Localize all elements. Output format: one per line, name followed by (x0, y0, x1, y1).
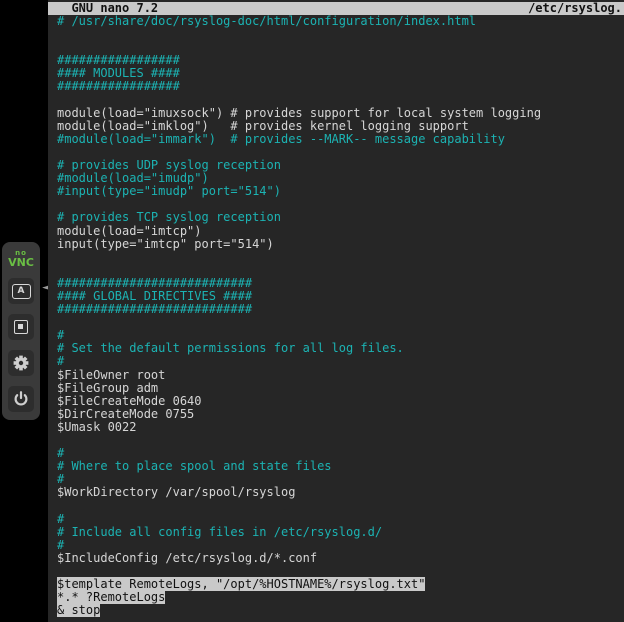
novnc-logo: no VNC (8, 250, 34, 268)
keyboard-icon: A (12, 284, 31, 299)
editor-body[interactable]: # /usr/share/doc/rsyslog-doc/html/config… (48, 15, 624, 617)
editor-line (57, 499, 624, 512)
editor-line (57, 28, 624, 41)
novnc-logo-bottom: VNC (8, 257, 34, 268)
editor-line: *.* ?RemoteLogs (57, 591, 624, 604)
power-button[interactable] (8, 386, 34, 412)
keyboard-button[interactable]: A (8, 278, 34, 304)
settings-button[interactable] (8, 350, 34, 376)
gear-icon (13, 355, 29, 371)
vnc-control-bar: no VNC ◄ A (2, 242, 40, 420)
editor-line: # /usr/share/doc/rsyslog-doc/html/config… (57, 15, 624, 28)
editor-line (57, 434, 624, 447)
editor-line: #input(type="imudp" port="514") (57, 185, 624, 198)
editor-line: # Include all config files in /etc/rsysl… (57, 526, 624, 539)
power-icon (13, 391, 29, 407)
fullscreen-icon (14, 320, 28, 334)
editor-line: # Set the default permissions for all lo… (57, 342, 624, 355)
editor-line (57, 251, 624, 264)
editor-line: ################# (57, 80, 624, 93)
editor-line: & stop (57, 604, 624, 617)
terminal-window[interactable]: GNU nano 7.2 /etc/rsyslog. # /usr/share/… (48, 0, 624, 622)
editor-line (57, 316, 624, 329)
editor-line: input(type="imtcp" port="514") (57, 238, 624, 251)
editor-line: $IncludeConfig /etc/rsyslog.d/*.conf (57, 552, 624, 565)
nano-file-path: /etc/rsyslog. (528, 2, 622, 15)
fullscreen-button[interactable] (8, 314, 34, 340)
editor-line: $DirCreateMode 0755 (57, 408, 624, 421)
editor-line: #module(load="immark") # provides --MARK… (57, 133, 624, 146)
editor-line: $WorkDirectory /var/spool/rsyslog (57, 486, 624, 499)
editor-line: ########################### (57, 303, 624, 316)
editor-line: $Umask 0022 (57, 421, 624, 434)
editor-line: # Where to place spool and state files (57, 460, 624, 473)
